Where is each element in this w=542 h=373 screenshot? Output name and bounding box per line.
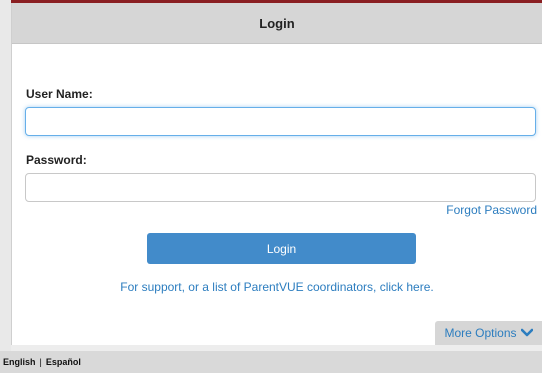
more-options-button[interactable]: More Options: [435, 321, 542, 345]
forgot-password-link[interactable]: Forgot Password: [446, 203, 537, 217]
username-input[interactable]: [25, 107, 536, 136]
login-button[interactable]: Login: [147, 233, 416, 264]
left-background: [0, 0, 11, 373]
password-label: Password:: [26, 153, 87, 167]
language-bar: English | Español: [0, 351, 542, 373]
page-title: Login: [259, 15, 295, 31]
username-label: User Name:: [26, 87, 93, 101]
login-panel: Login User Name: Password: Forgot Passwo…: [11, 3, 542, 345]
more-options-label: More Options: [444, 326, 517, 340]
language-espanol-link[interactable]: Español: [46, 357, 81, 367]
language-english-link[interactable]: English: [3, 357, 36, 367]
support-text-container: For support, or a list of ParentVUE coor…: [12, 278, 542, 296]
chevron-down-icon: [520, 328, 533, 337]
panel-header: Login: [12, 3, 542, 44]
language-separator: |: [39, 357, 42, 367]
password-input[interactable]: [25, 173, 536, 202]
support-link[interactable]: For support, or a list of ParentVUE coor…: [120, 280, 433, 294]
